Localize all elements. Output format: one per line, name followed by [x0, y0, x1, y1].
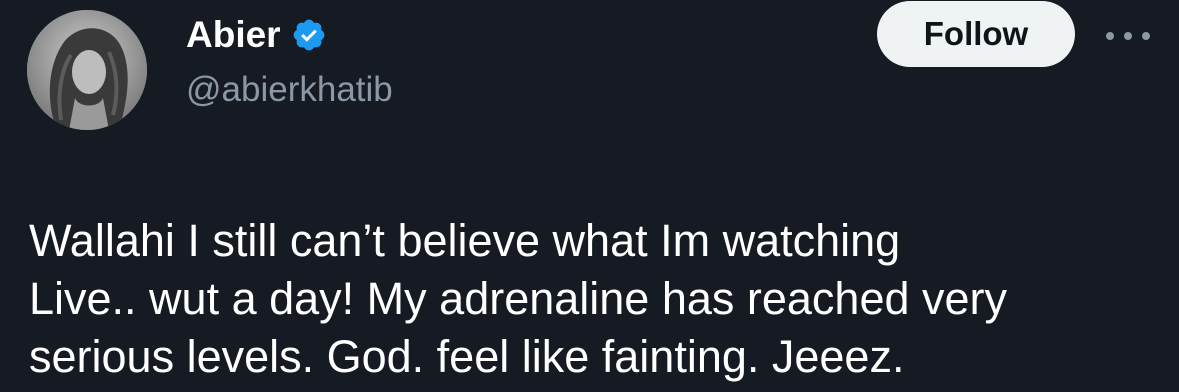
- author-display-name[interactable]: Abier: [186, 12, 281, 58]
- follow-button[interactable]: Follow: [877, 1, 1075, 67]
- avatar[interactable]: [27, 10, 147, 130]
- verified-badge-icon[interactable]: [291, 17, 327, 53]
- tweet-card: Abier @abierkhatib Follow Wallahi I stil…: [0, 0, 1179, 392]
- profile-photo-icon: [27, 10, 147, 130]
- more-options-icon[interactable]: [1096, 18, 1160, 54]
- author-handle[interactable]: @abierkhatib: [186, 68, 393, 112]
- tweet-text: Wallahi I still can’t believe what Im wa…: [29, 215, 1008, 382]
- author-name-row: Abier: [186, 12, 327, 58]
